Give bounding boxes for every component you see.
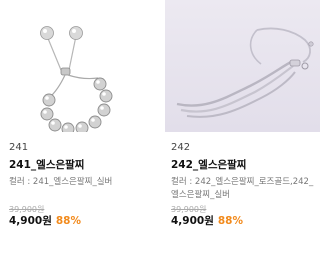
product-card[interactable]: 241 241_엘스은팔찌 컬러 : 241_엘스은팔찌_실버 39,900원 … — [3, 0, 158, 268]
product-option: 컬러 : 242_엘스은팔찌_로즈골드,242_엘스은팔찌_실버 — [171, 177, 314, 200]
product-option: 컬러 : 241_엘스은팔찌_실버 — [9, 177, 113, 187]
discount-rate: 88% — [217, 215, 244, 227]
price-row: 4,900원 88% — [9, 213, 81, 228]
product-number: 242 — [171, 142, 191, 153]
product-image[interactable] — [165, 0, 320, 132]
sale-price: 4,900원 — [171, 215, 214, 227]
price-row: 4,900원 88% — [171, 213, 243, 228]
discount-rate: 88% — [55, 215, 82, 227]
product-card[interactable]: 242 242_엘스은팔찌 컬러 : 242_엘스은팔찌_로즈골드,242_엘스… — [165, 0, 320, 268]
bracelet-snake-chain-icon — [165, 0, 320, 132]
product-title[interactable]: 241_엘스은팔찌 — [9, 157, 84, 172]
sale-price: 4,900원 — [9, 215, 52, 227]
product-title[interactable]: 242_엘스은팔찌 — [171, 157, 246, 172]
product-number: 241 — [9, 142, 29, 153]
product-image[interactable] — [3, 0, 158, 132]
bracelet-ball-chain-icon — [3, 0, 158, 132]
product-grid: 241 241_엘스은팔찌 컬러 : 241_엘스은팔찌_실버 39,900원 … — [0, 0, 320, 268]
